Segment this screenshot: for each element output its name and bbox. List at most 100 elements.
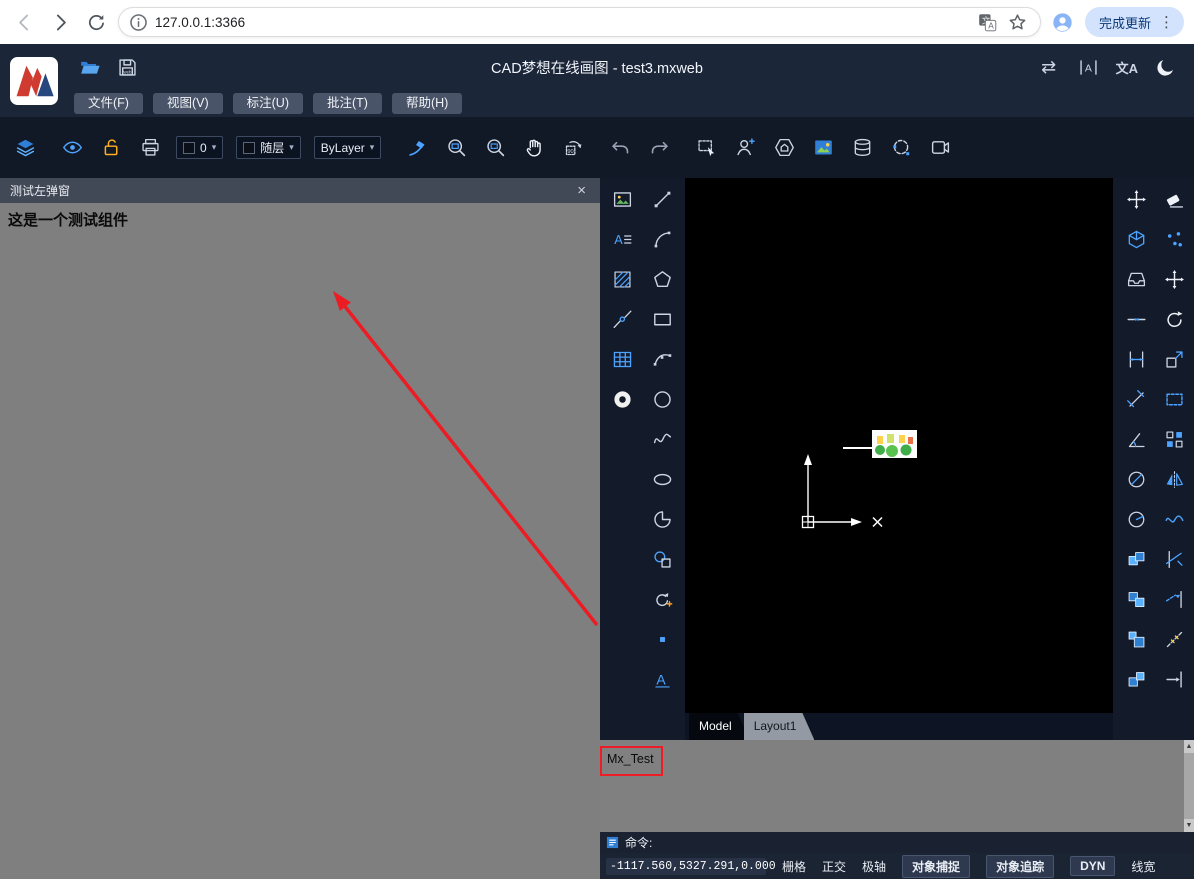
- arc-icon[interactable]: [645, 219, 679, 259]
- site-info-icon[interactable]: [127, 11, 149, 33]
- point-style-icon[interactable]: [1158, 219, 1192, 259]
- forward-icon[interactable]: [46, 8, 74, 36]
- scrollbar-track[interactable]: [1184, 753, 1194, 819]
- command-input[interactable]: 命令:: [600, 832, 1194, 853]
- shape-select-icon[interactable]: [888, 135, 914, 161]
- tab-model[interactable]: Model: [689, 713, 750, 740]
- menu-help[interactable]: 帮助(H): [391, 93, 463, 114]
- open-file-icon[interactable]: [74, 52, 104, 82]
- copy-a-icon[interactable]: [1119, 539, 1153, 579]
- point-icon[interactable]: [645, 619, 679, 659]
- sync-swap-icon[interactable]: ⇄: [1034, 52, 1064, 82]
- language-icon[interactable]: 文A: [1114, 52, 1140, 82]
- undo-icon[interactable]: [607, 135, 633, 161]
- zoom-extents-icon[interactable]: [482, 135, 508, 161]
- layer-lock-icon[interactable]: [98, 135, 124, 161]
- user-search-icon[interactable]: [732, 135, 758, 161]
- dim-radius-icon[interactable]: [1119, 499, 1153, 539]
- toggle-polar[interactable]: 极轴: [862, 858, 886, 875]
- block-library-icon[interactable]: [849, 135, 875, 161]
- erase-icon[interactable]: [1158, 179, 1192, 219]
- command-history[interactable]: Mx_Test ▲ ▼: [600, 740, 1194, 832]
- array-icon[interactable]: [1158, 419, 1192, 459]
- move-ucs-icon[interactable]: [1119, 179, 1153, 219]
- circle-icon[interactable]: [645, 379, 679, 419]
- line-icon[interactable]: [645, 179, 679, 219]
- dim-angular-icon[interactable]: [1119, 419, 1153, 459]
- stretch-icon[interactable]: [1158, 379, 1192, 419]
- scroll-up-button[interactable]: ▲: [1184, 740, 1194, 753]
- tray-icon[interactable]: [1119, 259, 1153, 299]
- dim-diameter-icon[interactable]: [1119, 459, 1153, 499]
- table-icon[interactable]: [605, 339, 639, 379]
- rectangle-icon[interactable]: [645, 299, 679, 339]
- mirror-icon[interactable]: [1158, 459, 1192, 499]
- inserted-image[interactable]: [872, 430, 917, 458]
- layer-visibility-icon[interactable]: [59, 135, 85, 161]
- copy-c-icon[interactable]: [1119, 619, 1153, 659]
- layer-plot-icon[interactable]: [137, 135, 163, 161]
- dim-aligned-icon[interactable]: [1119, 379, 1153, 419]
- hatch-icon[interactable]: [605, 259, 639, 299]
- dark-mode-icon[interactable]: [1150, 52, 1180, 82]
- scroll-down-button[interactable]: ▼: [1184, 819, 1194, 832]
- polygon-icon[interactable]: [645, 259, 679, 299]
- arc-point-icon[interactable]: [645, 339, 679, 379]
- toggle-dyn[interactable]: DYN: [1070, 856, 1116, 876]
- url-text[interactable]: 127.0.0.1:3366: [155, 15, 968, 30]
- copy-d-icon[interactable]: [1119, 659, 1153, 699]
- toggle-lineweight[interactable]: 线宽: [1131, 858, 1155, 875]
- donut-icon[interactable]: [605, 379, 639, 419]
- toggle-grid[interactable]: 栅格: [782, 858, 806, 875]
- chrome-update-button[interactable]: 完成更新 ⋮: [1084, 7, 1184, 37]
- panel-close-button[interactable]: ×: [573, 182, 590, 199]
- spline-edit-icon[interactable]: [1158, 499, 1192, 539]
- dim-linear-icon[interactable]: [1119, 339, 1153, 379]
- construction-line-icon[interactable]: [605, 299, 639, 339]
- translate-icon[interactable]: 文A: [974, 8, 1002, 36]
- refresh-icon[interactable]: [82, 8, 110, 36]
- color-select[interactable]: 随层 ▾: [236, 136, 301, 159]
- toggle-ortho[interactable]: 正交: [822, 858, 846, 875]
- linetype-select[interactable]: ByLayer ▾: [313, 136, 382, 159]
- toggle-otrack[interactable]: 对象追踪: [986, 854, 1055, 878]
- history-scrollbar[interactable]: ▲ ▼: [1184, 740, 1194, 832]
- break-icon[interactable]: [1119, 299, 1153, 339]
- tab-layout1[interactable]: Layout1: [744, 713, 815, 740]
- text-style-icon[interactable]: A: [605, 219, 639, 259]
- pan-hand-icon[interactable]: [521, 135, 547, 161]
- zoom-window-icon[interactable]: [443, 135, 469, 161]
- insert-image-icon[interactable]: [605, 179, 639, 219]
- menu-annotation[interactable]: 批注(T): [313, 93, 382, 114]
- scale-icon[interactable]: [1158, 339, 1192, 379]
- menu-view[interactable]: 视图(V): [152, 93, 223, 114]
- image-manager-icon[interactable]: [810, 135, 836, 161]
- select-object-icon[interactable]: [693, 135, 719, 161]
- box-3d-icon[interactable]: [1119, 219, 1153, 259]
- profile-avatar[interactable]: [1049, 8, 1077, 36]
- find-text-icon[interactable]: A: [1074, 52, 1104, 82]
- bookmark-star-icon[interactable]: [1004, 8, 1032, 36]
- rotate-block-icon[interactable]: [645, 579, 679, 619]
- save-file-icon[interactable]: web: [112, 52, 142, 82]
- address-bar[interactable]: 127.0.0.1:3366 文A: [118, 7, 1041, 37]
- layer-select[interactable]: 0 ▾: [176, 136, 224, 159]
- lineweight-pen-icon[interactable]: [404, 135, 430, 161]
- menu-dimension[interactable]: 标注(U): [232, 93, 303, 114]
- trim-icon[interactable]: [1158, 539, 1192, 579]
- measure-icon[interactable]: [1158, 619, 1192, 659]
- menu-file[interactable]: 文件(F): [74, 93, 143, 114]
- copy-b-icon[interactable]: [1119, 579, 1153, 619]
- align-icon[interactable]: [1158, 659, 1192, 699]
- redo-icon[interactable]: [646, 135, 672, 161]
- block-icon[interactable]: [645, 539, 679, 579]
- browser-menu-icon[interactable]: ⋮: [1157, 15, 1176, 30]
- text-icon[interactable]: A: [645, 659, 679, 699]
- rotate-icon[interactable]: [1158, 299, 1192, 339]
- view-record-icon[interactable]: [927, 135, 953, 161]
- plot-home-icon[interactable]: [771, 135, 797, 161]
- rotate-90-icon[interactable]: 90: [560, 135, 586, 161]
- ellipse-icon[interactable]: [645, 459, 679, 499]
- toggle-osnap[interactable]: 对象捕捉: [902, 854, 971, 878]
- spline-icon[interactable]: [645, 419, 679, 459]
